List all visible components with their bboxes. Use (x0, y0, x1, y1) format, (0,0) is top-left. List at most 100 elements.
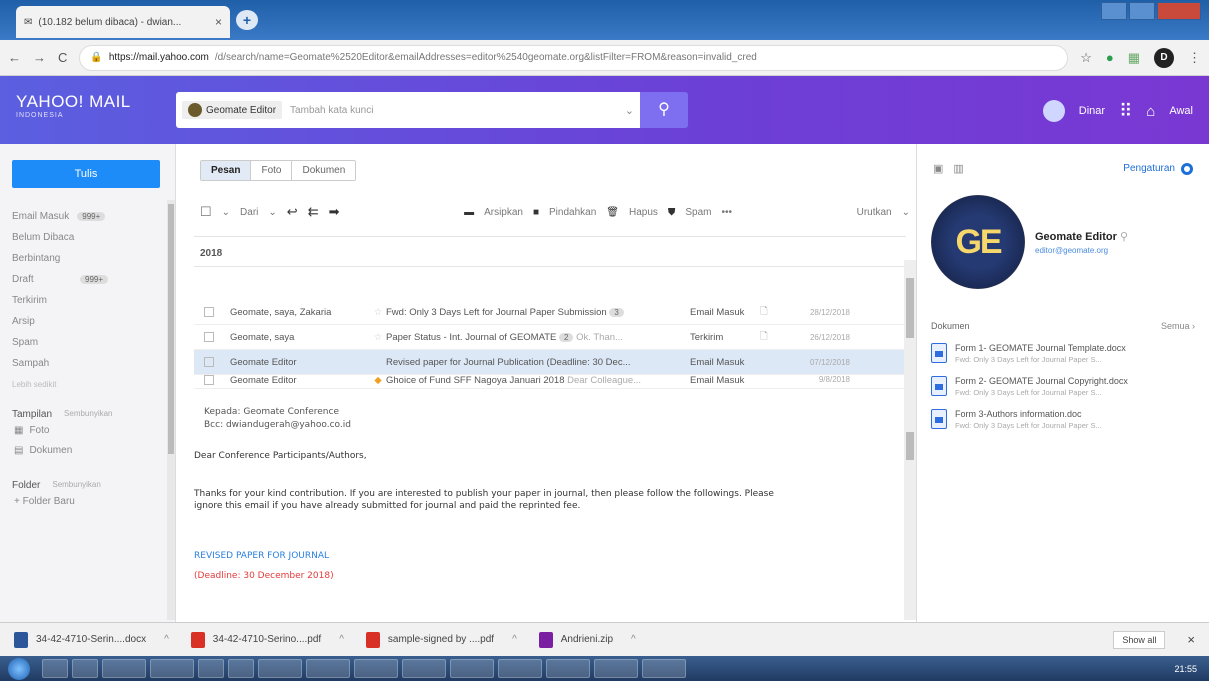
close-tab-icon[interactable]: × (215, 15, 222, 29)
download-item[interactable]: 34-42-4710-Serin....docx ^ (14, 631, 169, 648)
document-item[interactable]: Form 1- GEOMATE Journal Template.docx Fwd… (931, 343, 1195, 364)
message-scrollbar[interactable] (904, 260, 916, 620)
user-name[interactable]: Dinar (1079, 105, 1105, 117)
table-row[interactable]: Geomate, saya ☆ Paper Status - Int. Jour… (194, 325, 906, 350)
extension-icon-2[interactable]: ▦ (1128, 50, 1140, 66)
sidebar-item-sent[interactable]: Terkirim (12, 290, 162, 311)
taskbar-app[interactable] (546, 659, 590, 678)
row-checkbox[interactable] (204, 357, 214, 367)
minimize-button[interactable] (1101, 2, 1127, 20)
start-button[interactable] (8, 657, 30, 680)
search-input[interactable]: Tambah kata kunci (290, 105, 373, 116)
row-checkbox[interactable] (204, 307, 214, 317)
chevron-up-icon[interactable]: ^ (339, 634, 344, 645)
download-item[interactable]: 34-42-4710-Serino....pdf ^ (190, 631, 344, 648)
taskbar-app[interactable] (450, 659, 494, 678)
compose-button[interactable]: Tulis (12, 160, 160, 188)
reply-icon[interactable]: ↩ (287, 204, 298, 220)
url-input[interactable]: 🔒 https://mail.yahoo.com/d/search/name=G… (79, 44, 1069, 71)
maximize-button[interactable] (1129, 2, 1155, 20)
search-button[interactable]: ⚲ (640, 92, 688, 128)
download-item[interactable]: Andrieni.zip ^ (538, 631, 636, 648)
back-icon[interactable]: ← (8, 50, 21, 65)
list-scroll-thumb[interactable] (906, 278, 914, 338)
new-folder-link[interactable]: + Folder Baru (12, 491, 162, 511)
chevron-down-icon[interactable]: ⌄ (222, 207, 230, 218)
chevron-up-icon[interactable]: ^ (631, 634, 636, 645)
taskbar-app[interactable] (102, 659, 146, 678)
star-icon[interactable]: ◆ (370, 375, 386, 386)
sidebar-scrollbar[interactable] (167, 200, 175, 620)
folders-hide-link[interactable]: Sembunyikan (52, 480, 100, 491)
sidebar-item-starred[interactable]: Berbintang (12, 248, 162, 269)
see-all-link[interactable]: Semua › (1161, 321, 1195, 331)
close-icon[interactable]: × (1187, 632, 1195, 647)
sort-button[interactable]: Urutkan (857, 207, 892, 218)
taskbar-app[interactable] (258, 659, 302, 678)
menu-icon[interactable]: ⋮ (1188, 50, 1201, 66)
home-icon[interactable]: ⌂ (1146, 103, 1155, 120)
show-less-link[interactable]: Lebih sedikit (12, 374, 162, 395)
apps-grid-icon[interactable]: ⠿ (1119, 101, 1132, 122)
star-icon[interactable]: ☆ (370, 307, 386, 318)
spam-button[interactable]: Spam (685, 207, 711, 218)
table-row[interactable]: Geomate, saya, Zakaria ☆ Fwd: Only 3 Day… (194, 300, 906, 325)
sidebar-item-spam[interactable]: Spam (12, 332, 162, 353)
show-all-button[interactable]: Show all (1113, 630, 1166, 649)
table-row[interactable]: Geomate Editor ◆ Ghoice of Fund SFF Nago… (194, 375, 906, 389)
close-window-button[interactable] (1157, 2, 1201, 20)
search-box[interactable]: Geomate Editor Tambah kata kunci ⌄ (176, 92, 640, 128)
forward-icon[interactable]: ➡ (329, 204, 340, 220)
move-button[interactable]: Pindahkan (549, 207, 596, 218)
taskbar-app[interactable] (402, 659, 446, 678)
pane-scroll-thumb[interactable] (906, 432, 914, 460)
archive-button[interactable]: Arsipkan (484, 207, 523, 218)
taskbar-app[interactable] (306, 659, 350, 678)
extension-icon[interactable]: ● (1106, 50, 1114, 65)
tab-photos[interactable]: Foto (251, 161, 293, 180)
taskbar-app[interactable] (354, 659, 398, 678)
download-item[interactable]: sample-signed by ....pdf ^ (365, 631, 517, 648)
taskbar-app[interactable] (228, 659, 254, 678)
more-button[interactable]: ••• (722, 207, 733, 218)
search-chip[interactable]: Geomate Editor (182, 101, 283, 119)
settings-link[interactable]: Pengaturan (1123, 162, 1193, 175)
table-row[interactable]: Geomate Editor Revised paper for Journal… (194, 350, 906, 375)
star-icon[interactable]: ☆ (370, 332, 386, 343)
reply-all-icon[interactable]: ⇇ (308, 204, 319, 220)
yahoo-logo[interactable]: YAHOO! MAIL INDONESIA (16, 92, 131, 119)
chevron-down-icon[interactable]: ⌄ (625, 104, 634, 117)
row-checkbox[interactable] (204, 375, 214, 385)
sidebar-item-trash[interactable]: Sampah (12, 353, 162, 374)
new-tab-button[interactable]: + (236, 10, 258, 30)
star-icon[interactable]: ☆ (1080, 50, 1092, 66)
forward-icon[interactable]: → (33, 50, 46, 65)
search-icon[interactable]: ⚲ (1120, 231, 1128, 243)
taskbar-app[interactable] (642, 659, 686, 678)
sidebar-item-unread[interactable]: Belum Dibaca (12, 227, 162, 248)
sidebar-item-photos[interactable]: ▦ Foto (12, 420, 162, 440)
sidebar-item-inbox[interactable]: Email Masuk 999+ (12, 206, 162, 227)
taskbar-app[interactable] (42, 659, 68, 678)
sidebar-item-documents[interactable]: ▤ Dokumen (12, 440, 162, 460)
taskbar-app[interactable] (72, 659, 98, 678)
taskbar-app[interactable] (498, 659, 542, 678)
tab-documents[interactable]: Dokumen (292, 161, 355, 180)
chevron-down-icon[interactable]: ⌄ (268, 207, 276, 218)
taskbar-app[interactable] (150, 659, 194, 678)
from-filter[interactable]: Dari (240, 207, 258, 218)
document-item[interactable]: Form 3-Authors information.doc Fwd: Only … (931, 409, 1195, 430)
profile-avatar[interactable]: D (1154, 47, 1174, 68)
row-checkbox[interactable] (204, 332, 214, 342)
chevron-up-icon[interactable]: ^ (512, 634, 517, 645)
document-item[interactable]: Form 2- GEOMATE Journal Copyright.docx Fw… (931, 376, 1195, 397)
sidebar-item-drafts[interactable]: Draft 999+ (12, 269, 162, 290)
taskbar-clock[interactable]: 21:55 (1174, 664, 1197, 674)
tab-messages[interactable]: Pesan (201, 161, 252, 180)
delete-button[interactable]: Hapus (629, 207, 658, 218)
chevron-up-icon[interactable]: ^ (164, 634, 169, 645)
layout-icon[interactable]: ▣ (933, 162, 943, 175)
sidebar-item-archive[interactable]: Arsip (12, 311, 162, 332)
select-all-checkbox[interactable]: ☐ (200, 204, 212, 220)
user-avatar[interactable] (1042, 100, 1065, 122)
